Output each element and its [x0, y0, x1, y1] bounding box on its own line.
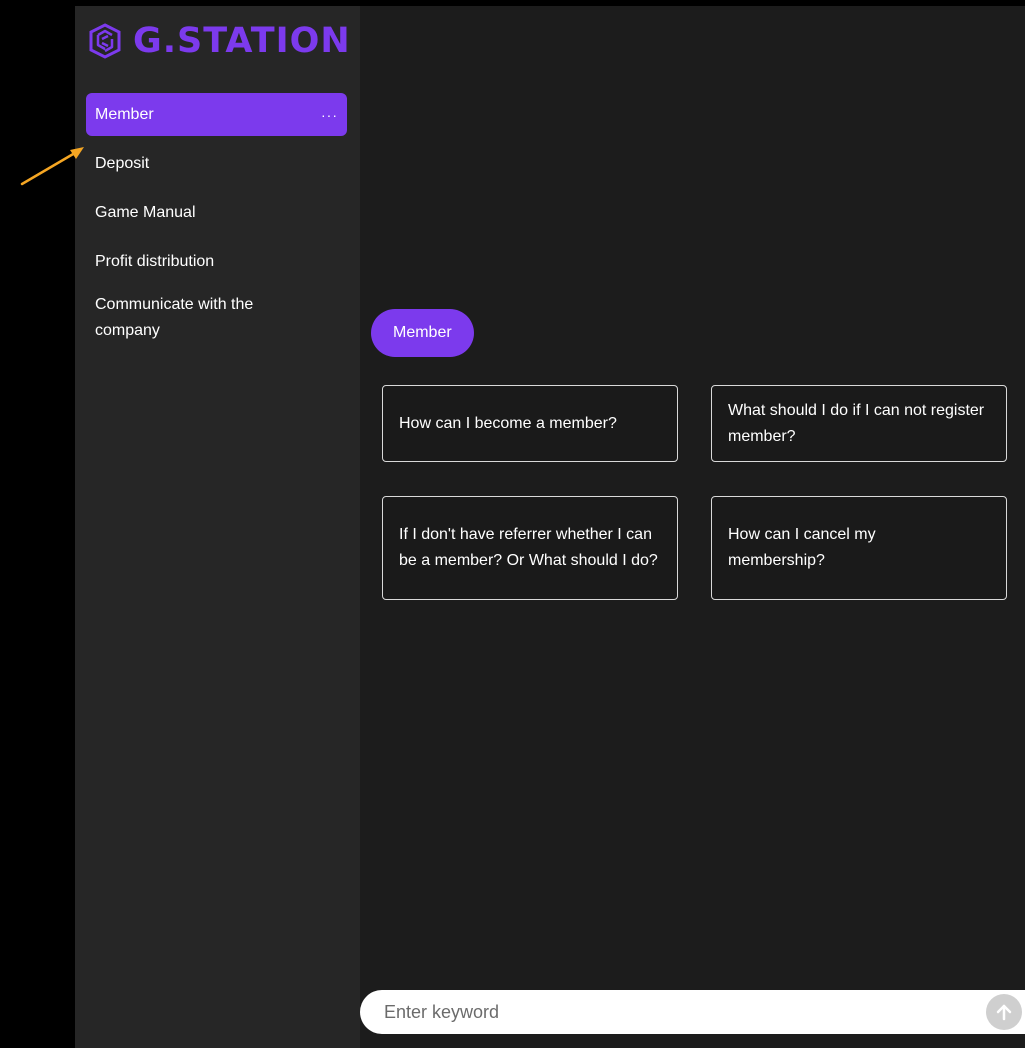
sidebar: G.STATION Member ··· Deposit Game Manual…: [75, 6, 360, 1048]
sidebar-item-game-manual[interactable]: Game Manual: [86, 191, 347, 234]
arrow-pointer-icon: [20, 147, 84, 186]
sidebar-item-profit-distribution[interactable]: Profit distribution: [86, 240, 347, 283]
brand-name: G.STATION: [133, 21, 351, 61]
app-window: G.STATION Member ··· Deposit Game Manual…: [0, 0, 1025, 1048]
arrow-up-icon: [996, 1004, 1012, 1021]
more-dots-icon[interactable]: ···: [321, 107, 338, 123]
search-bar: [360, 990, 1025, 1034]
sidebar-item-label: Profit distribution: [95, 252, 215, 270]
question-card[interactable]: How can I become a member?: [382, 385, 678, 462]
sidebar-item-communicate[interactable]: Communicate with the company: [86, 289, 347, 343]
question-text: How can I become a member?: [399, 414, 617, 432]
search-input[interactable]: [360, 990, 980, 1034]
question-text: What should I do if I can not register m…: [728, 401, 985, 445]
question-card[interactable]: What should I do if I can not register m…: [711, 385, 1007, 462]
send-button[interactable]: [986, 994, 1022, 1030]
chat-panel: Member How can I become a member? What s…: [360, 6, 1025, 1048]
question-card[interactable]: If I don't have referrer whether I can b…: [382, 496, 678, 600]
category-label: Member: [393, 324, 452, 341]
sidebar-item-label: Member: [95, 105, 154, 123]
question-text: If I don't have referrer whether I can b…: [399, 526, 658, 569]
sidebar-item-label: Deposit: [95, 154, 150, 172]
category-pill[interactable]: Member: [371, 309, 474, 357]
sidebar-item-deposit[interactable]: Deposit: [86, 142, 347, 185]
sidebar-item-member[interactable]: Member ···: [86, 93, 347, 136]
question-card[interactable]: How can I cancel my membership?: [711, 496, 1007, 600]
g-station-logo-icon: [89, 23, 121, 59]
sidebar-nav: Member ··· Deposit Game Manual Profit di…: [86, 93, 347, 349]
sidebar-item-label: Communicate with the company: [95, 296, 254, 339]
question-text: How can I cancel my membership?: [728, 526, 876, 569]
brand-logo[interactable]: G.STATION: [87, 20, 351, 62]
sidebar-item-label: Game Manual: [95, 203, 196, 221]
